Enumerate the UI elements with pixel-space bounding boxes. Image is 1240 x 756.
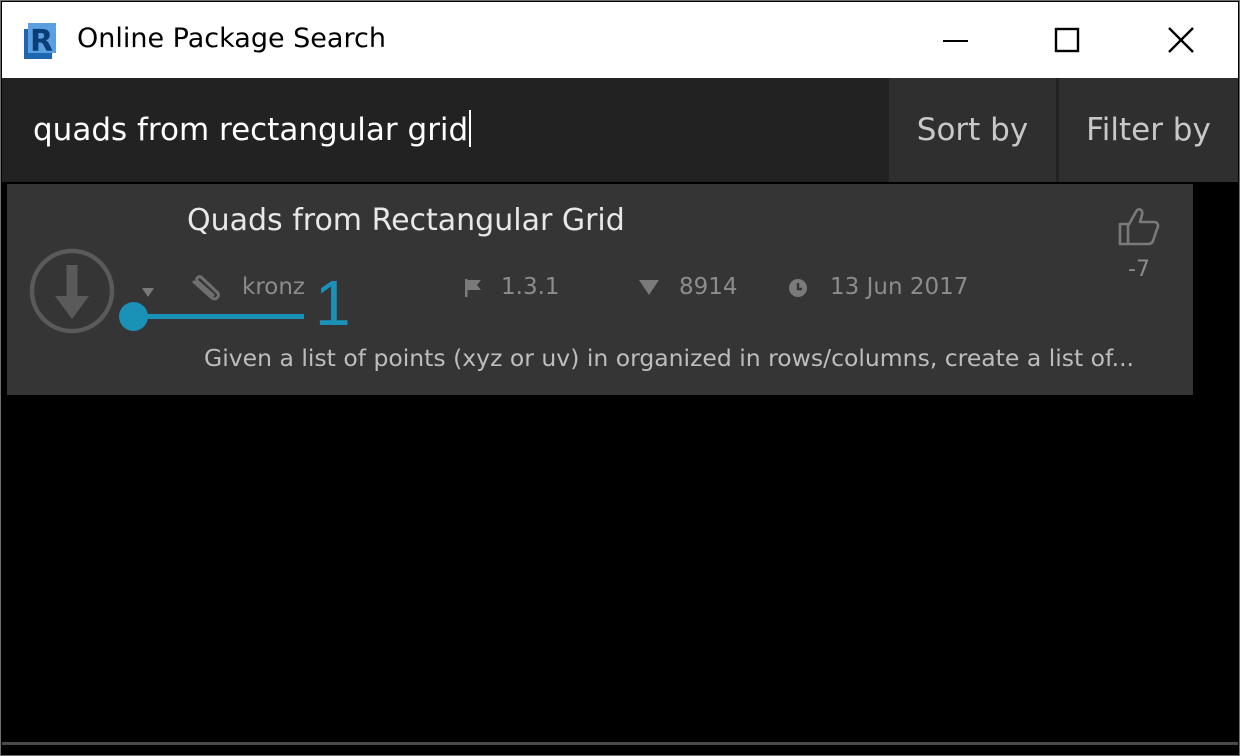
title-bar[interactable]: R Online Package Search	[2, 2, 1238, 78]
vote-count: -7	[1128, 257, 1150, 282]
window-title: Online Package Search	[77, 23, 386, 54]
bottom-divider	[2, 742, 1238, 745]
sort-by-button[interactable]: Sort by	[889, 78, 1056, 182]
flag-icon	[465, 279, 481, 297]
minimize-icon	[943, 40, 968, 42]
search-input-text: quads from rectangular grid	[33, 112, 469, 148]
package-downloads: 8914	[679, 274, 738, 300]
maximize-icon	[1054, 27, 1080, 53]
revit-r-icon: R	[24, 23, 56, 59]
text-caret	[469, 110, 472, 147]
dropdown-arrow-icon[interactable]	[140, 286, 156, 300]
download-icon[interactable]	[26, 248, 118, 340]
maximize-button[interactable]	[1012, 3, 1126, 77]
search-toolbar: quads from rectangular grid Sort by Filt…	[2, 78, 1238, 182]
callout-dot	[119, 302, 148, 331]
search-input[interactable]: quads from rectangular grid	[2, 78, 889, 182]
close-icon	[1168, 27, 1194, 53]
minimize-button[interactable]	[898, 3, 1012, 77]
package-title[interactable]: Quads from Rectangular Grid	[187, 203, 625, 238]
thumbs-up-icon[interactable]	[1117, 204, 1161, 248]
close-button[interactable]	[1126, 3, 1240, 77]
downloads-triangle-icon	[639, 280, 659, 295]
filter-by-button[interactable]: Filter by	[1059, 78, 1238, 182]
paperclip-icon	[192, 275, 220, 301]
package-description: Given a list of points (xyz or uv) in or…	[204, 344, 1135, 372]
package-result-card[interactable]: Quads from Rectangular Grid kronz 1.3.1 …	[7, 184, 1193, 395]
package-version: 1.3.1	[501, 274, 560, 300]
callout-line	[134, 314, 304, 319]
package-date: 13 Jun 2017	[830, 274, 969, 300]
package-author: kronz	[242, 274, 305, 300]
svg-text:R: R	[30, 24, 53, 59]
package-search-window: R Online Package Search quads from recta…	[0, 0, 1240, 756]
callout-number: 1	[315, 267, 351, 339]
clock-icon	[789, 279, 807, 297]
